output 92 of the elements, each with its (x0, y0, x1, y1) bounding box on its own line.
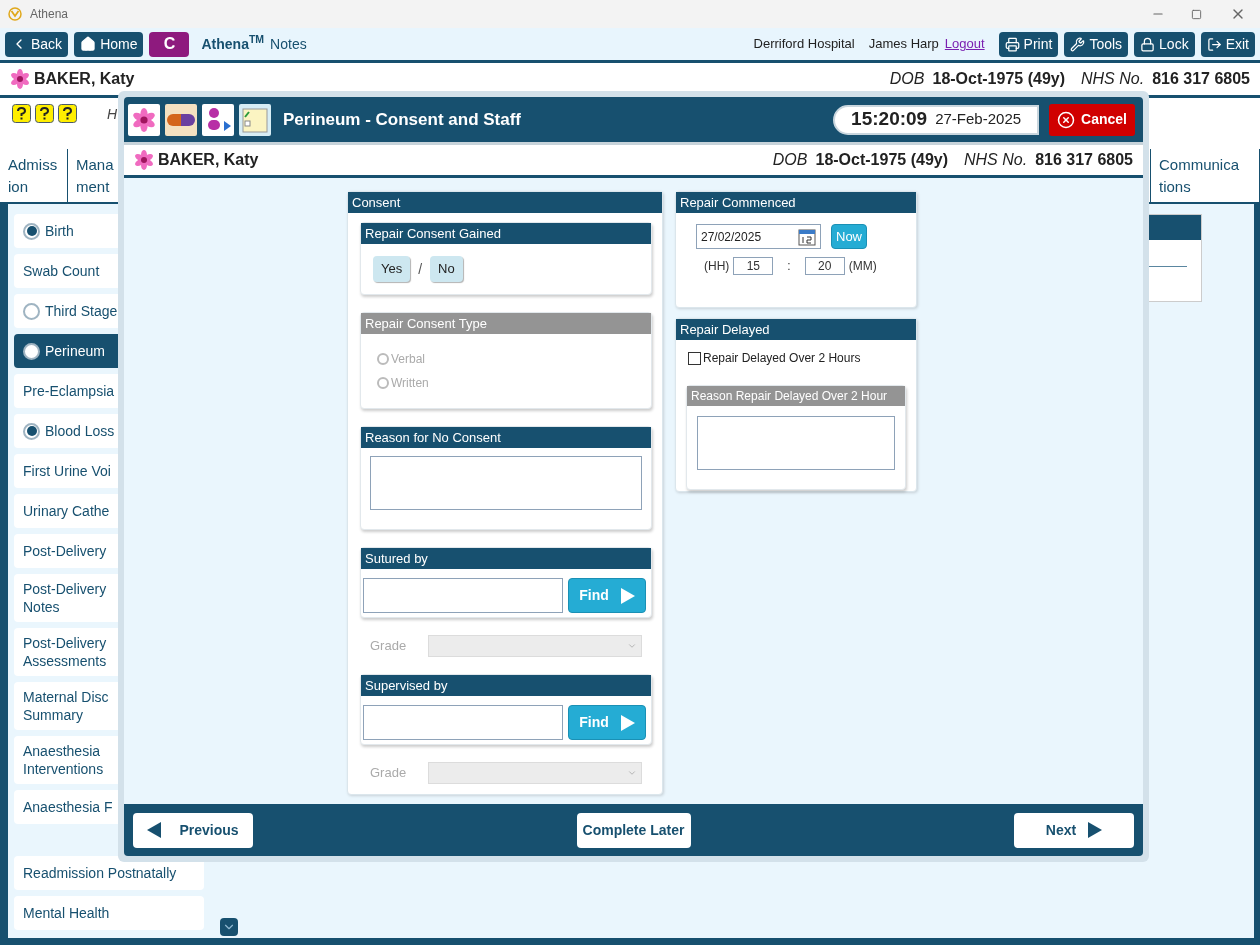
chevron-down-icon (627, 768, 637, 778)
user-name: James Harp (868, 35, 939, 54)
patient-name: BAKER, Katy (34, 69, 135, 89)
checkbox-label: Repair Delayed Over 2 Hours (703, 350, 861, 367)
section-header: Repair Delayed (676, 319, 916, 340)
flower-icon (10, 69, 30, 89)
question-mark-icon (35, 104, 54, 123)
person-tool-button[interactable] (202, 103, 234, 136)
previous-button[interactable]: Previous (133, 812, 253, 848)
section-header: Reason for No Consent (361, 427, 651, 448)
dob-value: 18-Oct-1975 (49y) (815, 150, 948, 170)
date-field[interactable]: 27/02/2025 (696, 224, 821, 249)
notepad-icon (242, 106, 268, 133)
radio-button[interactable] (23, 342, 40, 360)
section-header: Sutured by (361, 548, 651, 569)
exit-icon (1206, 36, 1222, 52)
hour-label: (HH) (704, 258, 730, 275)
dialog-title: Perineum - Consent and Staff (283, 108, 522, 131)
maximize-icon[interactable] (1191, 8, 1202, 20)
input-field[interactable] (363, 705, 563, 740)
section-header: Reason Repair Delayed Over 2 Hour (687, 386, 905, 406)
minute-label: (MM) (848, 258, 877, 275)
dob-label: DOB (889, 69, 925, 89)
toolbar-button[interactable]: Tools (1064, 31, 1129, 57)
complete-later-button[interactable]: Complete Later (576, 812, 691, 848)
section-header: Supervised by (361, 675, 651, 696)
hospital-name: Derriford Hospital (753, 35, 855, 54)
capsule-icon (167, 113, 195, 126)
tools-icon (1070, 36, 1086, 52)
sidebar-item[interactable]: Readmission Postnatally (14, 856, 204, 890)
lock-icon (1140, 36, 1156, 52)
pill-tool-button[interactable] (165, 103, 197, 136)
radio-button[interactable] (23, 222, 40, 240)
datetime-display: 15:20:09 27-Feb-2025 (833, 104, 1040, 135)
dob-label: DOB (772, 150, 808, 170)
flower-tool-button[interactable] (128, 103, 160, 136)
window-title: Athena (30, 6, 69, 23)
flower-icon (134, 150, 154, 170)
section-header: Repair Consent Gained (361, 223, 651, 244)
cancel-button[interactable]: Cancel (1049, 103, 1135, 136)
radio-button[interactable] (23, 422, 40, 440)
grade-label: Grade (369, 764, 407, 783)
note-tool-button[interactable] (239, 103, 271, 136)
radio-button[interactable] (23, 302, 40, 320)
c-button[interactable]: C (149, 31, 190, 57)
radio-label: Verbal (391, 351, 426, 368)
nhs-value: 816 317 6805 (1152, 69, 1250, 89)
logout-link[interactable]: Logout (944, 34, 985, 54)
toolbar-button[interactable]: Exit (1200, 31, 1255, 57)
dob-value: 18-Oct-1975 (49y) (932, 69, 1065, 89)
question-mark-icon (58, 104, 77, 123)
input-field[interactable] (363, 578, 563, 613)
calendar-icon (798, 227, 816, 246)
close-circle-icon (1057, 110, 1076, 129)
play-icon (620, 587, 635, 604)
minute-field[interactable]: 20 (804, 257, 845, 275)
chevron-down-icon (627, 641, 637, 651)
nhs-value: 816 317 6805 (1035, 150, 1133, 170)
patient-name: BAKER, Katy (158, 150, 259, 170)
sidebar-item[interactable]: Mental Health (14, 896, 204, 930)
tab[interactable]: Communica tions (1150, 149, 1260, 202)
checkbox[interactable] (688, 351, 701, 365)
nav-button[interactable]: Back (5, 31, 69, 57)
toolbar-button[interactable]: Print (998, 31, 1059, 57)
scroll-down-button[interactable] (220, 918, 238, 936)
next-button[interactable]: Next (1014, 812, 1134, 848)
play-icon (620, 714, 635, 731)
grade-label: Grade (369, 637, 407, 656)
left-triangle-icon (147, 822, 162, 838)
home-icon (80, 36, 97, 52)
section-header: Repair Consent Type (361, 313, 651, 334)
question-mark-icon (12, 104, 31, 123)
app-logo-icon (8, 7, 22, 21)
nhs-label: NHS No. (964, 150, 1028, 170)
alert-text: H (107, 105, 118, 124)
app-name: Athena$^{TM}$ (201, 33, 265, 54)
toolbar-button[interactable]: Lock (1134, 31, 1195, 57)
flower-icon (132, 107, 156, 132)
print-icon (1004, 36, 1020, 52)
section-header: Consent (348, 192, 662, 213)
section-header: Repair Commenced (676, 192, 916, 213)
option-button[interactable]: Yes (373, 256, 411, 282)
app-section: Notes (270, 33, 307, 55)
nhs-label: NHS No. (1081, 69, 1145, 89)
time-separator: : (787, 258, 791, 275)
nav-button[interactable]: Home (74, 31, 144, 57)
radio-label: Written (391, 375, 429, 392)
hour-field[interactable]: 15 (733, 257, 774, 275)
text-area[interactable] (370, 456, 642, 510)
slash-separator: / (418, 259, 423, 279)
option-button[interactable]: No (430, 256, 463, 282)
right-triangle-icon (1088, 822, 1103, 838)
